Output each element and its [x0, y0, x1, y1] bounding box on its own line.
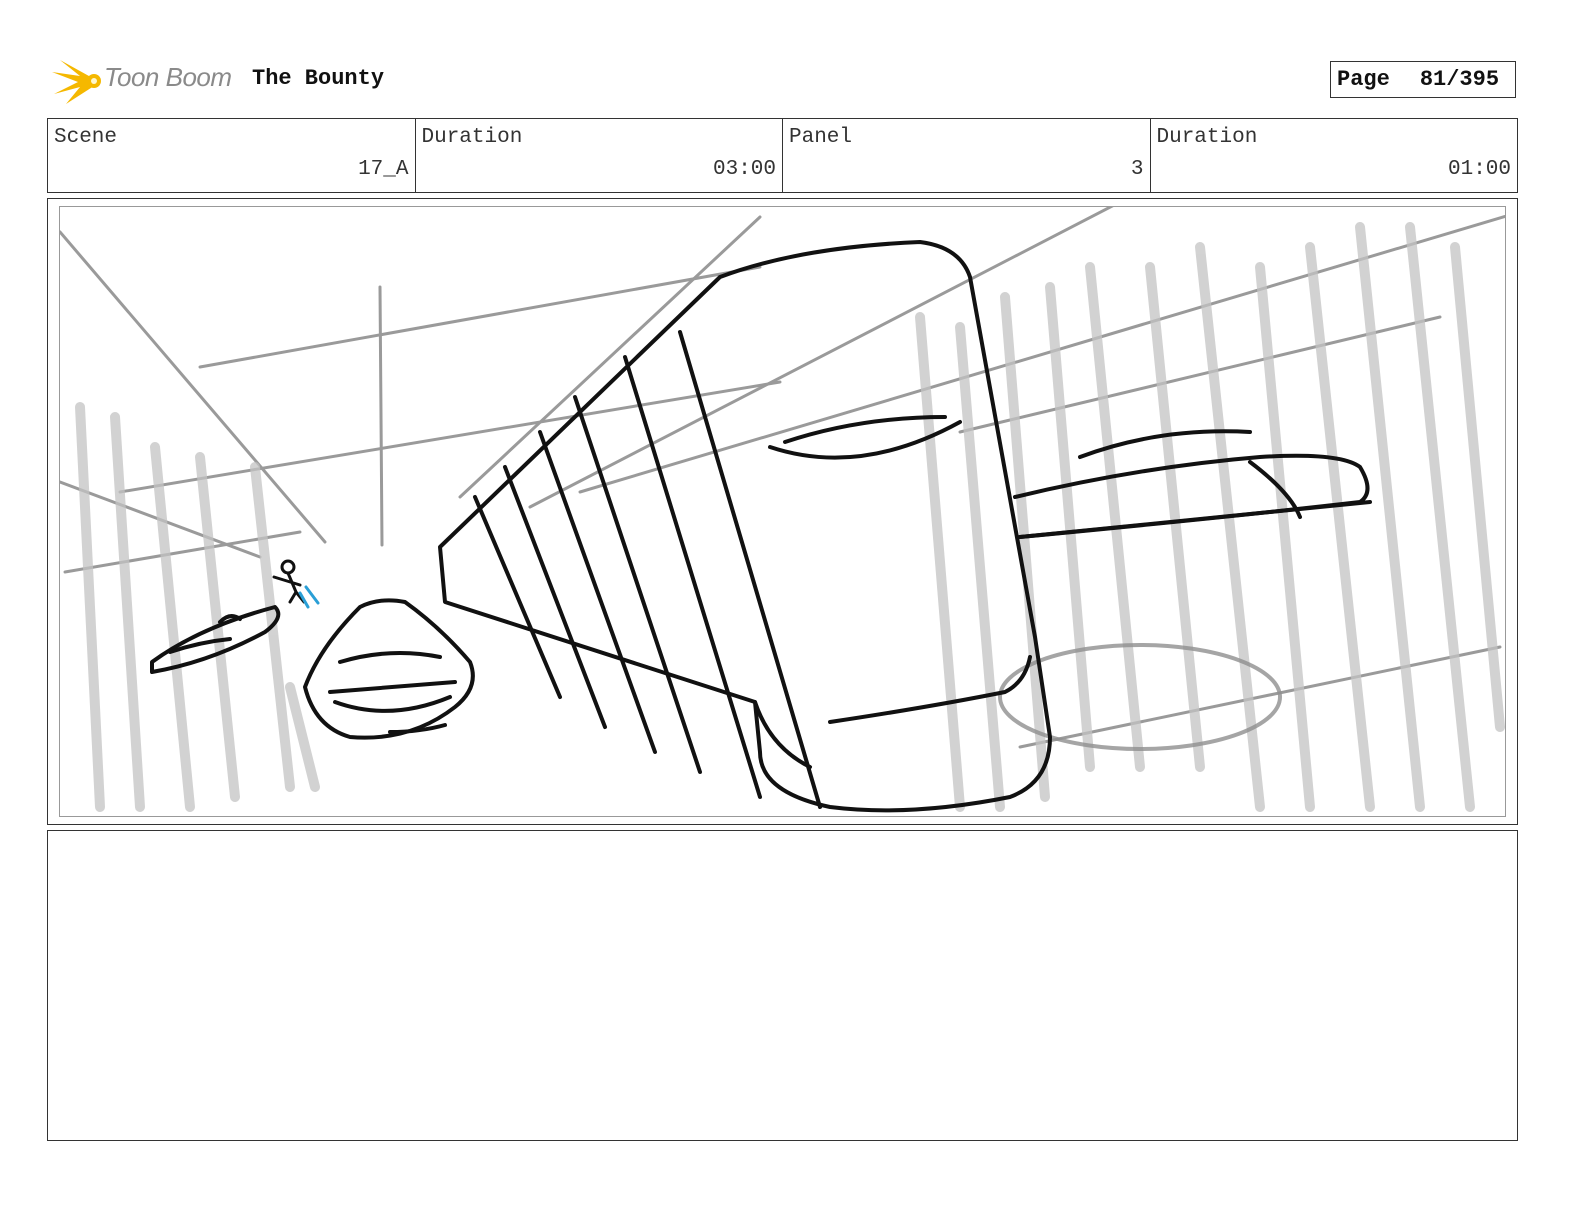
scene-value: 17_A — [358, 158, 409, 181]
flying-car — [303, 598, 475, 740]
page-number: 81/395 — [1419, 67, 1500, 92]
panel-value: 3 — [1130, 158, 1144, 181]
panel-duration-cell: Duration 01:00 — [1151, 119, 1518, 192]
action-notes-box[interactable] — [47, 830, 1518, 1141]
scene-label: Scene — [54, 126, 118, 149]
scene-cell: Scene 17_A — [48, 119, 416, 192]
storyboard-panel-frame — [47, 198, 1518, 825]
storyboard-panel-image — [59, 206, 1506, 817]
page-label: Page — [1337, 67, 1390, 92]
panel-duration-label: Duration — [1156, 126, 1258, 149]
scene-duration-value: 03:00 — [712, 158, 776, 181]
speed-lines — [75, 222, 1505, 812]
page-indicator: Page 81/395 — [1330, 61, 1516, 98]
panel-label: Panel — [789, 126, 853, 149]
jetpack-figure — [272, 559, 306, 604]
panel-cell: Panel 3 — [783, 119, 1151, 192]
panel-duration-value: 01:00 — [1447, 158, 1511, 181]
jetpack-flames — [298, 585, 320, 609]
scene-duration-cell: Duration 03:00 — [416, 119, 783, 192]
storyboard-sketch — [60, 207, 1505, 813]
logo-text: Toon Boom — [104, 62, 232, 92]
project-title: The Bounty — [252, 66, 385, 91]
scene-duration-label: Duration — [421, 126, 523, 149]
scene-info-row: Scene 17_A Duration 03:00 Panel 3 Durati… — [47, 118, 1518, 193]
